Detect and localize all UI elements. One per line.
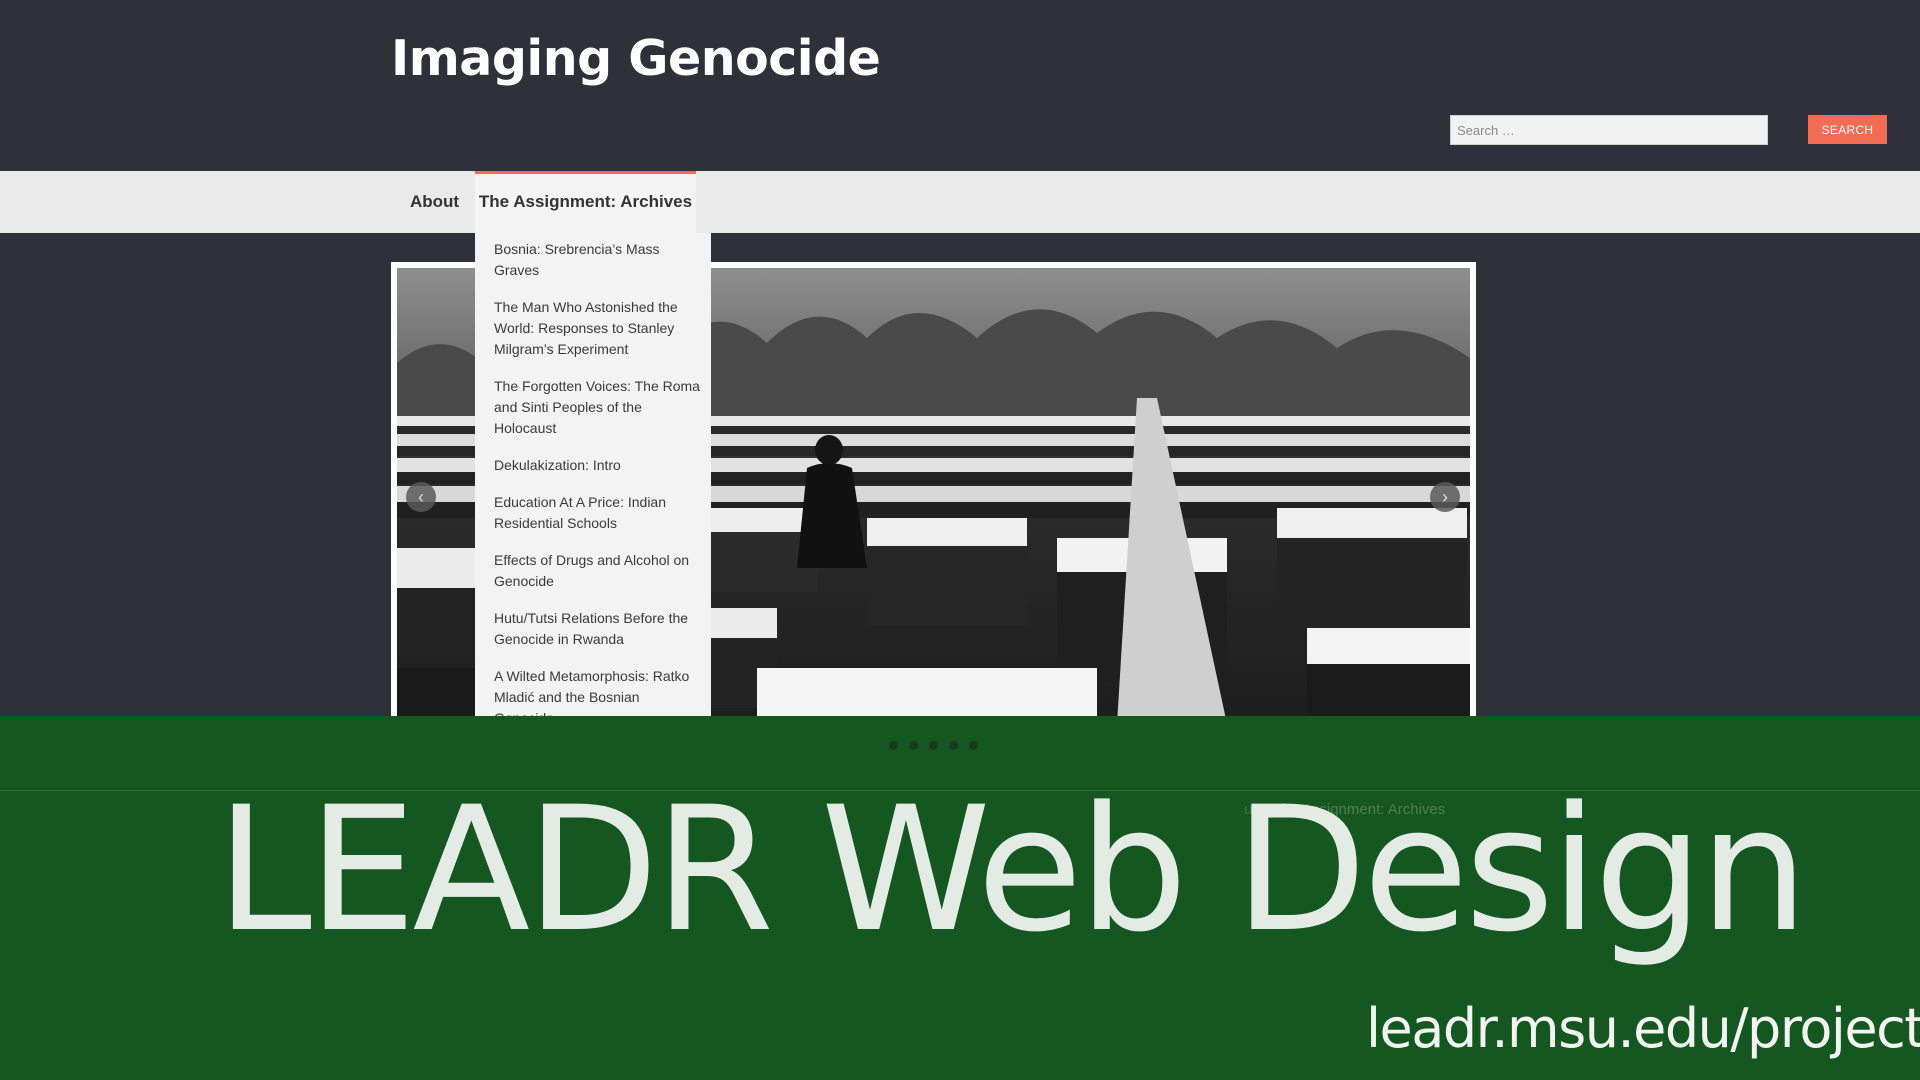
slider-dot[interactable]: [909, 741, 918, 750]
slider-dot[interactable]: [889, 741, 898, 750]
dropdown-item[interactable]: The Forgotten Voices: The Roma and Sinti…: [494, 376, 701, 439]
site-title[interactable]: Imaging Genocide: [391, 30, 881, 87]
nav-item-assignment-archives[interactable]: The Assignment: Archives: [475, 171, 696, 233]
main-nav: About The Assignment: Archives: [0, 171, 1920, 233]
slider-dot[interactable]: [949, 741, 958, 750]
dropdown-item[interactable]: Bosnia: Srebrencia’s Mass Graves: [494, 239, 701, 281]
overlay-url: leadr.msu.edu/projects: [1366, 997, 1920, 1060]
dropdown-item[interactable]: Effects of Drugs and Alcohol on Genocide: [494, 550, 701, 592]
overlay-title: LEADR Web Design: [216, 769, 1808, 970]
dropdown-item[interactable]: Dekulakization: Intro: [494, 455, 701, 476]
search-button[interactable]: SEARCH: [1808, 115, 1887, 144]
slider-next-arrow-icon[interactable]: ›: [1430, 482, 1460, 512]
slider-dot[interactable]: [969, 741, 978, 750]
dropdown-item[interactable]: Hutu/Tutsi Relations Before the Genocide…: [494, 608, 701, 650]
search-input[interactable]: [1450, 115, 1768, 145]
slider-prev-arrow-icon[interactable]: ‹: [406, 482, 436, 512]
dropdown-item[interactable]: The Man Who Astonished the World: Respon…: [494, 297, 701, 360]
nav-item-about[interactable]: About: [410, 171, 459, 233]
dropdown-item[interactable]: Education At A Price: Indian Residential…: [494, 492, 701, 534]
slider-dot[interactable]: [929, 741, 938, 750]
archives-dropdown-menu: Bosnia: Srebrencia’s Mass Graves The Man…: [475, 233, 711, 743]
